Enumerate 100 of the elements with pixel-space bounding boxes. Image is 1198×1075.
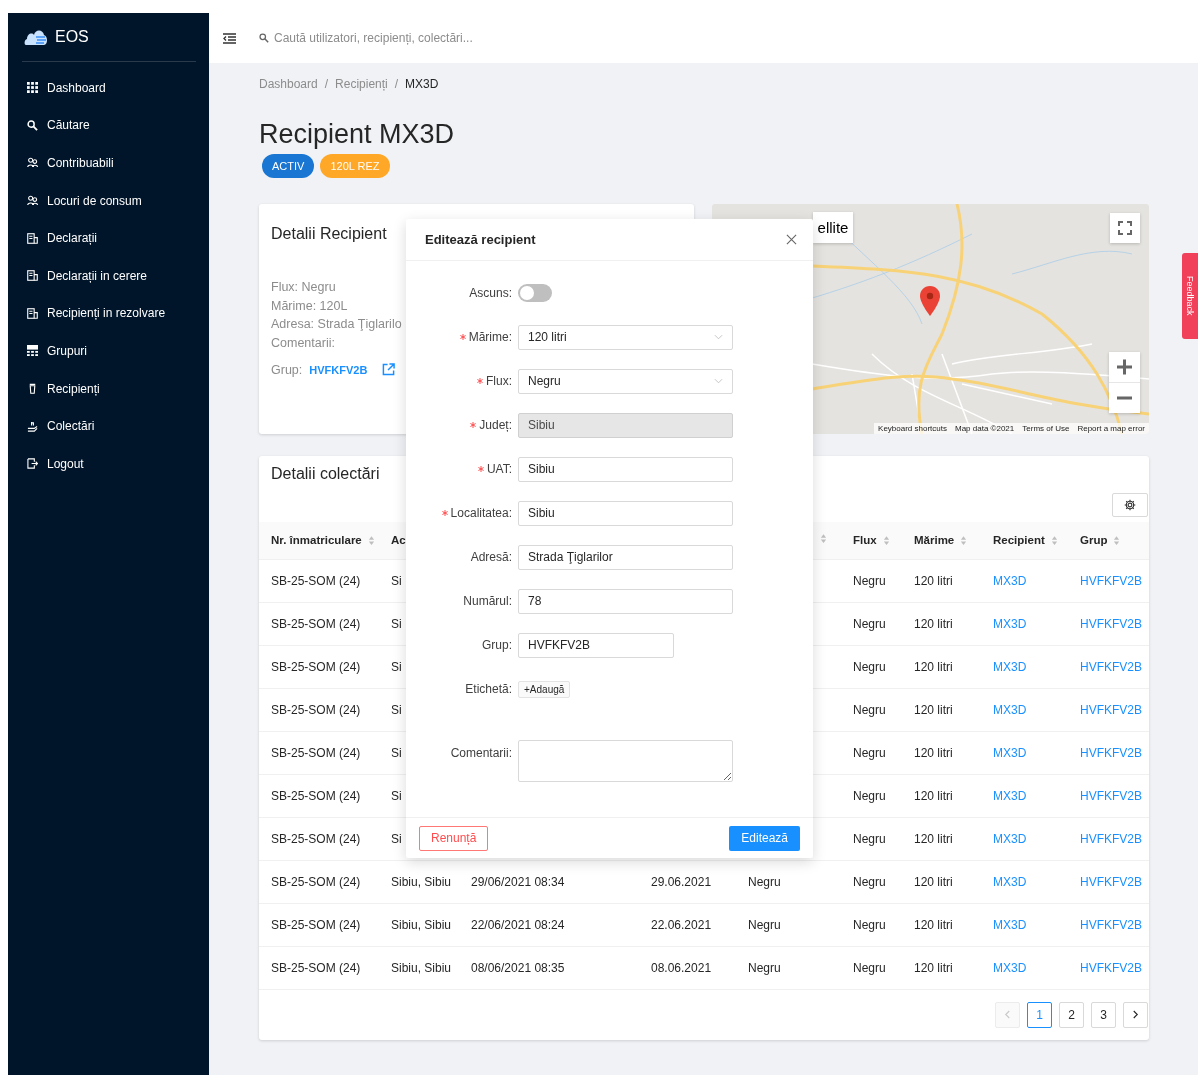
detail-line: Adresa: Strada Ţiglarilo (271, 316, 402, 334)
field-label: Numărul: (463, 594, 512, 608)
table-cell: SB-25-SOM (24) (271, 788, 361, 803)
table-cell: 120 litri (914, 788, 953, 803)
table-cell: SB-25-SOM (24) (271, 874, 361, 889)
fullscreen-icon (1118, 221, 1132, 235)
sidebar-item[interactable]: Contribuabili (8, 144, 209, 182)
table-cell: Si (391, 702, 402, 717)
table-cell: 120 litri (914, 831, 953, 846)
document-icon (27, 270, 38, 282)
table-cell: Negru (748, 874, 781, 889)
table-icon (27, 345, 38, 357)
next-page-button[interactable] (1123, 1001, 1148, 1028)
table-cell: 120 litri (914, 659, 953, 674)
close-icon[interactable] (786, 234, 797, 245)
select-field[interactable]: Negru (518, 368, 733, 394)
select-field[interactable]: 120 litri (518, 324, 733, 350)
column-header[interactable]: Flux (853, 534, 877, 547)
sort-icon[interactable] (882, 534, 890, 546)
table-cell: SB-25-SOM (24) (271, 831, 361, 846)
document-icon (27, 232, 38, 244)
column-header[interactable]: Nr. înmatriculare (271, 534, 362, 547)
sidebar-item[interactable]: Locuri de consum (8, 181, 209, 220)
map-attribution-link[interactable]: Report a map error (1073, 423, 1149, 434)
external-link-icon[interactable] (382, 363, 396, 377)
search-icon (27, 119, 38, 131)
card-title: Detalii colectări (271, 464, 380, 484)
text-input[interactable]: Strada Ţiglarilor (518, 544, 733, 570)
sidebar-item[interactable]: Dashboard (8, 69, 209, 107)
field-label: Grup: (482, 638, 512, 652)
field-label: Comentarii: (450, 746, 512, 760)
sort-icon[interactable] (1113, 534, 1121, 546)
table-cell: SB-25-SOM (24) (271, 702, 361, 717)
settings-button[interactable] (1112, 493, 1148, 517)
status-tag: ACTIV (262, 154, 315, 178)
text-input[interactable]: Sibiu (518, 456, 733, 482)
table-cell: Negru (853, 960, 886, 975)
field-label: Flux: (486, 374, 512, 388)
field-label: UAT: (486, 462, 512, 476)
table-cell: Negru (853, 745, 886, 760)
sort-icon[interactable] (820, 533, 827, 545)
breadcrumb-separator: / (394, 77, 399, 91)
sort-icon[interactable] (960, 534, 968, 546)
page-button[interactable]: 2 (1059, 1001, 1084, 1028)
table-cell: 22/06/2021 08:24 (471, 917, 565, 932)
chevron-down-icon (714, 334, 723, 340)
sidebar-item[interactable]: Grupuri (8, 332, 209, 370)
sidebar-item[interactable]: Declarații in cerere (8, 256, 209, 295)
column-header[interactable]: Mărime (914, 534, 955, 547)
sidebar-item[interactable]: Colectări (8, 407, 209, 445)
table-cell: Sibiu, Sibiu (391, 960, 452, 975)
detail-label: Grup: (271, 362, 303, 377)
sidebar-item[interactable]: Recipienți in rezolvare (8, 294, 209, 333)
sidebar-item[interactable]: Căutare (8, 106, 209, 145)
table-cell: 08/06/2021 08:35 (471, 960, 565, 975)
sort-icon[interactable] (1050, 534, 1058, 546)
map-type-button[interactable]: ellite (813, 212, 853, 243)
fullscreen-button[interactable] (1110, 213, 1140, 243)
table-cell: 22.06.2021 (651, 917, 712, 932)
column-header[interactable]: Recipient (993, 534, 1045, 547)
field-label: Mărime: (468, 330, 512, 344)
table-cell: 120 litri (914, 573, 953, 588)
table-cell: Sibiu, Sibiu (391, 917, 452, 932)
feedback-tab[interactable]: Feedback (1182, 253, 1198, 339)
table-cell: Negru (853, 788, 886, 803)
brand-name: EOS (55, 28, 89, 46)
add-tag-button[interactable]: +Adaugă (518, 680, 571, 698)
sidebar-item[interactable]: Recipienți (8, 369, 209, 408)
table-cell: SB-25-SOM (24) (271, 616, 361, 631)
text-input[interactable]: Sibiu (518, 500, 733, 526)
map-attribution-link[interactable]: Map data ©2021 (951, 423, 1019, 434)
page-button[interactable]: 3 (1091, 1001, 1116, 1028)
text-input[interactable]: 78 (518, 588, 733, 614)
table-cell: 120 litri (914, 616, 953, 631)
detail-line: Mărime: 120L (271, 297, 348, 315)
table-cell: SB-25-SOM (24) (271, 573, 361, 588)
status-tag: 120L REZ (320, 154, 390, 178)
menu-fold-icon[interactable] (223, 32, 236, 44)
users-icon (27, 157, 38, 169)
sidebar-item[interactable]: Declarații (8, 219, 209, 257)
table-cell: SB-25-SOM (24) (271, 659, 361, 674)
table-cell: Negru (853, 831, 886, 846)
toggle-switch[interactable] (518, 284, 552, 302)
map-attribution-link[interactable]: Terms of Use (1018, 423, 1074, 434)
column-header[interactable]: Grup (1080, 534, 1108, 547)
text-input[interactable]: HVFKFV2B (518, 632, 674, 658)
table-cell: Sibiu, Sibiu (391, 874, 452, 889)
sidebar-item[interactable]: Logout (8, 444, 209, 483)
chevron-right-icon (1132, 1010, 1139, 1019)
chevron-left-icon (1004, 1010, 1011, 1019)
search-icon (259, 33, 269, 43)
table-cell: Si (391, 573, 402, 588)
table-cell: Negru (853, 702, 886, 717)
table-cell: Negru (748, 917, 781, 932)
column-header[interactable]: Ac (391, 534, 406, 547)
comment-textarea[interactable] (518, 740, 733, 782)
sort-icon[interactable] (367, 534, 375, 546)
map-attribution-link[interactable]: Keyboard shortcuts (874, 423, 951, 434)
table-cell: Si (391, 616, 402, 631)
search-field[interactable]: Caută utilizatori, recipienți, colectări... (259, 31, 679, 45)
